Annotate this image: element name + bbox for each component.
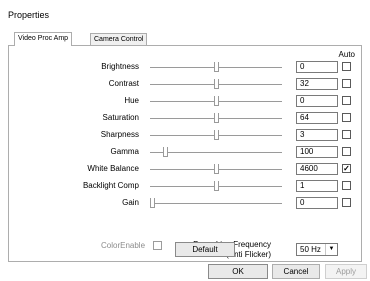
- brightness-label: Brightness: [101, 62, 139, 71]
- sharpness-slider[interactable]: [150, 130, 282, 140]
- dropdown-arrow-icon[interactable]: ▼: [325, 244, 337, 255]
- powerline-frequency-select[interactable]: 50 Hz ▼: [296, 243, 338, 256]
- backlight-comp-label: Backlight Comp: [82, 181, 139, 190]
- white-balance-slider[interactable]: [150, 164, 282, 174]
- contrast-slider-thumb[interactable]: [214, 79, 219, 89]
- sharpness-auto-checkbox[interactable]: [342, 130, 351, 139]
- white-balance-auto-checkbox[interactable]: ✓: [342, 164, 351, 173]
- setting-row-brightness: Brightness 0: [9, 61, 361, 73]
- setting-row-contrast: Contrast 32: [9, 78, 361, 90]
- window-title: Properties: [8, 10, 50, 20]
- hue-label: Hue: [124, 96, 139, 105]
- settings-panel: Auto Brightness 0 Contrast 32 Hue 0 Saturation…: [8, 45, 362, 262]
- sharpness-label: Sharpness: [100, 130, 139, 139]
- cancel-button[interactable]: Cancel: [272, 264, 320, 279]
- contrast-auto-checkbox[interactable]: [342, 79, 351, 88]
- gamma-slider[interactable]: [150, 147, 282, 157]
- color-enable-checkbox: [153, 241, 162, 250]
- brightness-slider-thumb[interactable]: [214, 62, 219, 72]
- brightness-slider[interactable]: [150, 62, 282, 72]
- setting-row-gamma: Gamma 100: [9, 146, 361, 158]
- saturation-slider-thumb[interactable]: [214, 113, 219, 123]
- gain-slider[interactable]: [150, 198, 282, 208]
- setting-row-sharpness: Sharpness 3: [9, 129, 361, 141]
- backlight-comp-value-field[interactable]: 1: [296, 180, 338, 192]
- saturation-auto-checkbox[interactable]: [342, 113, 351, 122]
- auto-column-header: Auto: [338, 50, 355, 59]
- white-balance-label: White Balance: [87, 164, 139, 173]
- hue-auto-checkbox[interactable]: [342, 96, 351, 105]
- saturation-slider[interactable]: [150, 113, 282, 123]
- tab-video-proc-amp[interactable]: Video Proc Amp: [14, 32, 73, 46]
- color-enable-label: ColorEnable: [101, 241, 146, 250]
- setting-row-white-balance: White Balance 4600 ✓: [9, 163, 361, 175]
- brightness-auto-checkbox[interactable]: [342, 62, 351, 71]
- sharpness-slider-thumb[interactable]: [214, 130, 219, 140]
- gamma-value-field[interactable]: 100: [296, 146, 338, 158]
- ok-button[interactable]: OK: [208, 264, 268, 279]
- setting-row-hue: Hue 0: [9, 95, 361, 107]
- backlight-comp-slider-thumb[interactable]: [214, 181, 219, 191]
- hue-value-field[interactable]: 0: [296, 95, 338, 107]
- saturation-label: Saturation: [102, 113, 139, 122]
- hue-slider-thumb[interactable]: [214, 96, 219, 106]
- apply-button: Apply: [325, 264, 367, 279]
- contrast-label: Contrast: [108, 79, 139, 88]
- setting-row-saturation: Saturation 64: [9, 112, 361, 124]
- gamma-slider-thumb[interactable]: [163, 147, 168, 157]
- gain-auto-checkbox[interactable]: [342, 198, 351, 207]
- powerline-selected-value: 50 Hz: [300, 245, 321, 254]
- gamma-label: Gamma: [110, 147, 139, 156]
- hue-slider[interactable]: [150, 96, 282, 106]
- contrast-slider[interactable]: [150, 79, 282, 89]
- contrast-value-field[interactable]: 32: [296, 78, 338, 90]
- gamma-auto-checkbox[interactable]: [342, 147, 351, 156]
- default-button[interactable]: Default: [175, 242, 235, 257]
- setting-row-gain: Gain 0: [9, 197, 361, 209]
- backlight-comp-auto-checkbox[interactable]: [342, 181, 351, 190]
- backlight-comp-slider[interactable]: [150, 181, 282, 191]
- white-balance-slider-thumb[interactable]: [214, 164, 219, 174]
- gain-label: Gain: [122, 198, 139, 207]
- saturation-value-field[interactable]: 64: [296, 112, 338, 124]
- gain-slider-thumb[interactable]: [150, 198, 155, 208]
- setting-row-backlight-comp: Backlight Comp 1: [9, 180, 361, 192]
- gain-value-field[interactable]: 0: [296, 197, 338, 209]
- sharpness-value-field[interactable]: 3: [296, 129, 338, 141]
- brightness-value-field[interactable]: 0: [296, 61, 338, 73]
- white-balance-value-field[interactable]: 4600: [296, 163, 338, 175]
